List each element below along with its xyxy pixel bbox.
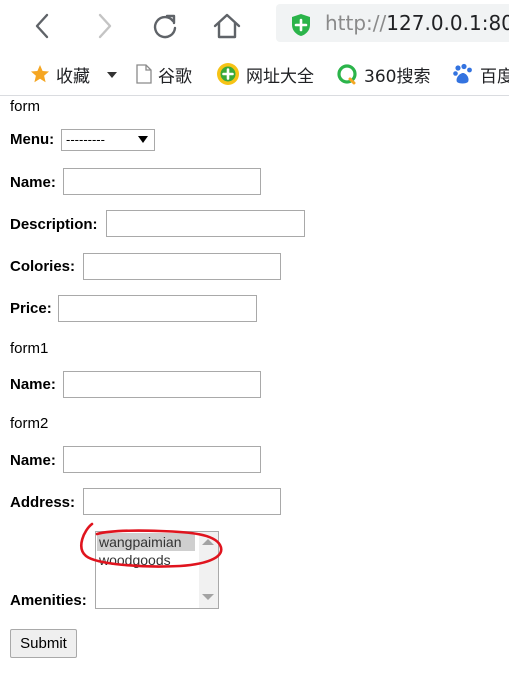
scroll-up-arrow-icon[interactable]	[202, 539, 214, 545]
bookmark-360-search[interactable]: 360搜索	[336, 62, 431, 87]
name-input[interactable]	[63, 168, 261, 195]
bookmark-label: 收藏	[56, 66, 90, 87]
forward-arrow-icon	[98, 13, 112, 39]
home-button[interactable]	[209, 8, 245, 44]
amenities-listbox[interactable]: wangpaimian woodgoods	[95, 531, 219, 609]
address-label: Address:	[10, 494, 76, 511]
form1-title: form1	[10, 340, 49, 357]
baidu-paw-icon	[452, 63, 474, 85]
back-arrow-icon	[35, 13, 49, 39]
bookmark-google[interactable]: 谷歌	[136, 62, 192, 87]
chevron-down-icon	[138, 136, 148, 143]
menu-label: Menu:	[10, 131, 55, 148]
bookmark-label: 百度	[480, 66, 509, 87]
menu-select-value: ---------	[66, 132, 105, 147]
bookmark-label: 360搜索	[364, 66, 431, 87]
page-icon	[136, 64, 152, 84]
browser-toolbar: http://127.0.0.1:800	[0, 0, 509, 52]
address-scheme: http://	[325, 11, 387, 35]
form2-name-label: Name:	[10, 452, 56, 469]
amenities-option-wangpaimian[interactable]: wangpaimian	[97, 533, 195, 551]
address-input[interactable]	[83, 488, 281, 515]
listbox-scrollbar[interactable]	[199, 532, 218, 608]
description-input[interactable]	[106, 210, 305, 237]
menu-select[interactable]: ---------	[61, 129, 155, 151]
address-host: 127.0.0.1	[386, 11, 482, 35]
chevron-down-icon[interactable]	[107, 72, 117, 78]
form1-name-input[interactable]	[63, 371, 261, 398]
plus-circle-icon	[216, 62, 240, 86]
bookmark-hao123[interactable]: 网址大全	[216, 62, 314, 87]
forward-button[interactable]	[87, 8, 123, 44]
description-label: Description:	[10, 216, 98, 233]
reload-button[interactable]	[147, 8, 183, 44]
address-port: :800	[481, 11, 509, 35]
home-icon	[213, 13, 241, 39]
address-bar[interactable]: http://127.0.0.1:800	[276, 4, 509, 42]
colories-label: Colories:	[10, 258, 76, 275]
red-annotation-circle	[80, 522, 223, 568]
form1-name-label: Name:	[10, 376, 56, 393]
security-shield-icon	[292, 14, 310, 36]
bookmark-label: 网址大全	[246, 66, 314, 87]
price-label: Price:	[10, 300, 52, 317]
bookmarks-bar: 收藏 谷歌 网址大全 360搜索 百度	[0, 52, 509, 96]
name-label: Name:	[10, 174, 56, 191]
scroll-down-arrow-icon[interactable]	[202, 594, 214, 600]
amenities-label: Amenities:	[10, 592, 87, 609]
reload-icon	[153, 14, 177, 39]
form-title: form	[10, 98, 40, 115]
submit-button[interactable]: Submit	[10, 629, 77, 658]
back-button[interactable]	[24, 8, 60, 44]
colories-input[interactable]	[83, 253, 281, 280]
price-input[interactable]	[58, 295, 257, 322]
search-360-icon	[336, 63, 358, 85]
bookmark-label: 谷歌	[158, 66, 192, 87]
form2-name-input[interactable]	[63, 446, 261, 473]
address-url: http://127.0.0.1:800	[325, 11, 509, 35]
amenities-option-woodgoods[interactable]: woodgoods	[97, 551, 195, 569]
star-icon	[30, 64, 50, 84]
form2-title: form2	[10, 415, 49, 432]
bookmark-favorites[interactable]: 收藏	[30, 62, 90, 87]
bookmark-baidu[interactable]: 百度	[452, 62, 509, 87]
